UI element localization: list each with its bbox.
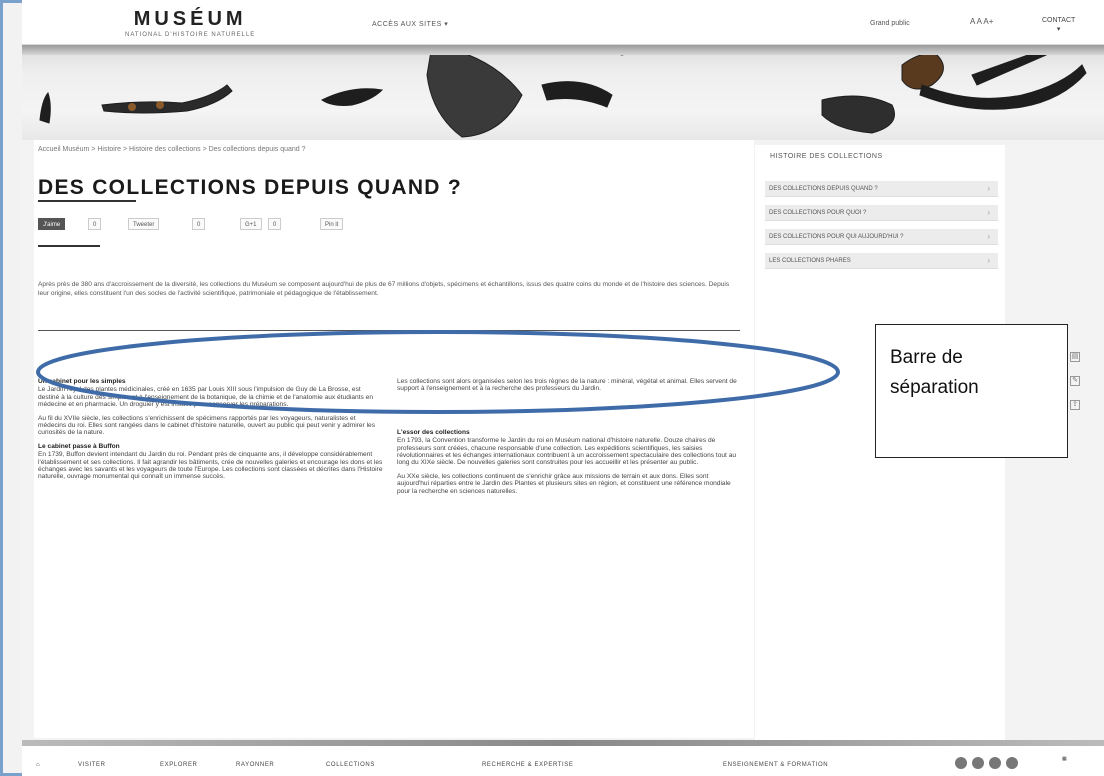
like-count: 0 [88, 218, 102, 230]
twitter-icon[interactable] [972, 757, 984, 769]
section-heading: Le cabinet passe à Buffon [38, 442, 120, 450]
youtube-icon[interactable] [1006, 757, 1018, 769]
chevron-right-icon: › [987, 208, 990, 217]
chevron-right-icon: › [987, 184, 990, 193]
sidebar-item-label: LES COLLECTIONS PHARES [769, 258, 851, 264]
footer [22, 746, 1104, 776]
sidebar-item-pour-quoi[interactable]: DES COLLECTIONS POUR QUOI ? › [765, 205, 998, 221]
sidebar-item-pour-qui[interactable]: DES COLLECTIONS POUR QUI AUJOURD'HUI ? › [765, 229, 998, 245]
pinterest-button[interactable]: Pin it [320, 218, 344, 230]
annotation-line: séparation [890, 377, 979, 398]
share-icon[interactable]: ⇪ [1070, 400, 1080, 410]
chevron-right-icon: › [987, 256, 990, 265]
breadcrumb[interactable]: Accueil Muséum > Histoire > Histoire des… [38, 146, 306, 153]
footer-link-collections[interactable]: COLLECTIONS [326, 762, 375, 768]
chevron-right-icon: › [987, 232, 990, 241]
gplus-count: 0 [268, 218, 282, 230]
section-paragraph: Les collections sont alors organisées se… [397, 378, 737, 393]
print-icon[interactable]: ▤ [1070, 352, 1080, 362]
section-paragraph: Le Jardin royal des plantes médicinales,… [38, 386, 373, 409]
sidebar-item-phares[interactable]: LES COLLECTIONS PHARES › [765, 253, 998, 269]
edit-icon[interactable]: ✎ [1070, 376, 1080, 386]
sidebar-item-label: DES COLLECTIONS POUR QUI AUJOURD'HUI ? [769, 234, 904, 240]
insect-banner-image [39, 45, 1087, 138]
footer-link-rayonner[interactable]: RAYONNER [236, 762, 274, 768]
section-paragraph: Au fil du XVIIe siècle, les collections … [38, 414, 375, 437]
header-banner [22, 45, 1104, 140]
logo-subtitle: NATIONAL D'HISTOIRE NATURELLE [125, 32, 256, 38]
title-underline [38, 200, 136, 202]
article-column-left: Un cabinet pour les simples Le Jardin ro… [38, 378, 383, 487]
footer-link-visiter[interactable]: VISITER [78, 762, 106, 768]
annotation-callout: Barre de séparation [875, 324, 1068, 458]
facebook-icon[interactable] [955, 757, 967, 769]
tweet-count: 0 [192, 218, 206, 230]
logo-text: MUSÉUM [133, 8, 247, 30]
contact-label: CONTACT [1042, 17, 1076, 24]
annotation-line: Barre de [890, 347, 963, 368]
sidebar-item-depuis-quand[interactable]: DES COLLECTIONS DEPUIS QUAND ? › [765, 181, 998, 197]
sidebar-item-label: DES COLLECTIONS DEPUIS QUAND ? [769, 186, 878, 192]
chevron-down-icon: ▾ [444, 21, 449, 28]
tweet-button[interactable]: Tweeter [128, 218, 160, 230]
sidebar-item-label: DES COLLECTIONS POUR QUOI ? [769, 210, 867, 216]
sidebar-title: HISTOIRE DES COLLECTIONS [770, 153, 883, 160]
page-title: DES COLLECTIONS DEPUIS QUAND ? [38, 176, 463, 199]
section-paragraph: En 1793, la Convention transforme le Jar… [397, 437, 737, 467]
banner-strip [22, 45, 1104, 55]
chevron-down-icon: ▾ [1056, 26, 1061, 33]
access-label: ACCÈS AUX SITES [372, 21, 442, 28]
intro-paragraph: Après près de 380 ans d'accroissement de… [38, 281, 730, 297]
footer-logo[interactable]: ▦ [1062, 756, 1067, 762]
audience-selector[interactable]: Grand public [870, 20, 910, 27]
facebook-like-button[interactable]: J'aime [38, 218, 66, 230]
footer-home-icon[interactable]: ⌂ [36, 762, 40, 768]
font-size-control[interactable]: A A A+ [970, 17, 993, 26]
footer-link-recherche[interactable]: RECHERCHE & EXPERTISE [482, 762, 574, 768]
gplus-button[interactable]: G+1 [240, 218, 262, 230]
site-logo[interactable]: MUSÉUM NATIONAL D'HISTOIRE NATURELLE [125, 8, 255, 38]
tool-icons: ▤ ✎ ⇪ [1070, 352, 1084, 424]
section-paragraph: En 1739, Buffon devient intendant du Jar… [38, 451, 383, 481]
instagram-icon[interactable] [989, 757, 1001, 769]
share-divider [38, 245, 100, 247]
section-heading: L'essor des collections [397, 428, 470, 436]
contact-link[interactable]: CONTACT ▾ [1042, 16, 1075, 34]
article-column-right: Les collections sont alors organisées se… [397, 378, 742, 501]
footer-link-explorer[interactable]: EXPLORER [160, 762, 197, 768]
section-paragraph: Au XXe siècle, les collections continuen… [397, 472, 731, 495]
footer-link-enseignement[interactable]: ENSEIGNEMENT & FORMATION [723, 762, 828, 768]
access-sites-menu[interactable]: ACCÈS AUX SITES ▾ [372, 20, 448, 28]
separator-bar [38, 330, 740, 331]
section-heading: Un cabinet pour les simples [38, 378, 126, 385]
